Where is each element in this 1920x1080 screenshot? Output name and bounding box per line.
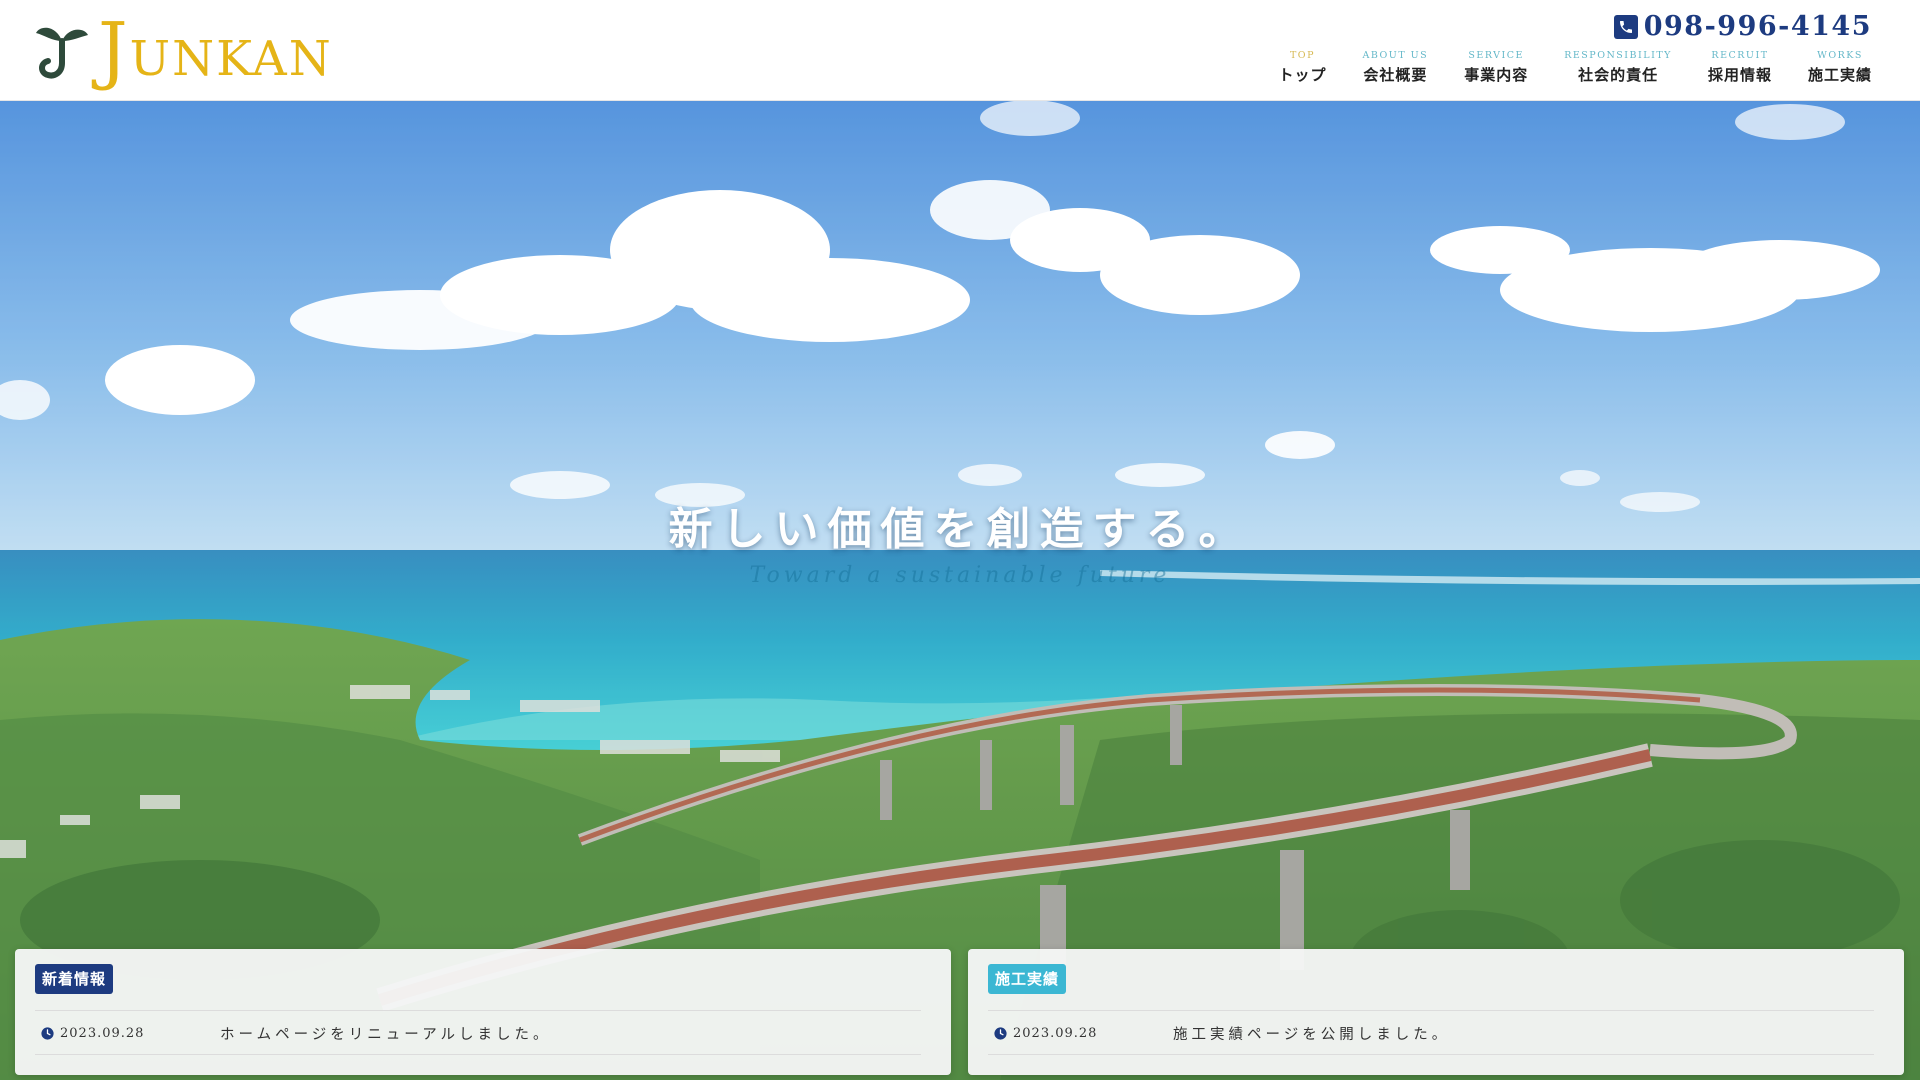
logo-rest: UNKAN <box>129 31 333 87</box>
news-badge: 新着情報 <box>35 964 114 994</box>
news-divider-top <box>35 1010 921 1011</box>
works-divider-top <box>988 1010 1874 1011</box>
nav-recruit-ja: 採用情報 <box>1707 66 1772 84</box>
works-card: 施工実績 2023.09.28 施工実績ページを公開しました。 <box>968 949 1904 1075</box>
works-item-text: 施工実績ページを公開しました。 <box>1173 1026 1451 1043</box>
hero-subtitle: Toward a sustainable future <box>749 563 1171 588</box>
nav-about[interactable]: ABOUT US 会社概要 <box>1363 50 1429 86</box>
works-divider-bottom <box>988 1054 1874 1055</box>
main-nav: TOP トップ ABOUT US 会社概要 SERVICE 事業内容 RESPO… <box>1242 50 1872 86</box>
news-item[interactable]: 2023.09.28 ホームページをリニューアルしました。 <box>35 1019 921 1047</box>
news-item-text: ホームページをリニューアルしました。 <box>220 1026 552 1043</box>
clock-icon <box>994 1026 1007 1040</box>
nav-service-en: SERVICE <box>1468 50 1524 61</box>
nav-about-ja: 会社概要 <box>1363 66 1428 84</box>
nav-responsibility-en: RESPONSIBILITY <box>1564 50 1672 61</box>
site-header: JUNKAN 098-996-4145 TOP トップ ABOUT US 会社概… <box>0 0 1920 101</box>
nav-service-ja: 事業内容 <box>1464 66 1529 84</box>
nav-responsibility[interactable]: RESPONSIBILITY 社会的責任 <box>1564 50 1672 86</box>
nav-top-ja: トップ <box>1278 66 1327 84</box>
news-divider-bottom <box>35 1054 921 1055</box>
nav-top-en: TOP <box>1289 50 1315 61</box>
sprout-icon <box>36 27 88 79</box>
nav-recruit-en: RECRUIT <box>1711 50 1769 61</box>
phone-number: 098-996-4145 <box>1643 11 1872 42</box>
nav-works[interactable]: WORKS 施工実績 <box>1808 50 1872 86</box>
nav-service[interactable]: SERVICE 事業内容 <box>1464 50 1528 86</box>
site-logo[interactable]: JUNKAN <box>34 13 333 87</box>
hero-background-image <box>0 100 1920 1080</box>
nav-responsibility-ja: 社会的責任 <box>1578 66 1659 84</box>
news-card: 新着情報 2023.09.28 ホームページをリニューアルしました。 <box>15 949 951 1075</box>
news-item-date: 2023.09.28 <box>60 1025 145 1041</box>
hero-title: 新しい価値を創造する。 <box>668 504 1252 555</box>
works-item-date: 2023.09.28 <box>1013 1025 1098 1041</box>
phone-icon <box>1613 15 1638 39</box>
clock-icon <box>41 1026 54 1040</box>
works-badge: 施工実績 <box>988 964 1067 994</box>
phone-link[interactable]: 098-996-4145 <box>1613 10 1872 44</box>
nav-works-en: WORKS <box>1817 50 1863 61</box>
works-item[interactable]: 2023.09.28 施工実績ページを公開しました。 <box>988 1019 1874 1047</box>
nav-recruit[interactable]: RECRUIT 採用情報 <box>1708 50 1772 86</box>
nav-works-ja: 施工実績 <box>1807 66 1872 84</box>
logo-wordmark: JUNKAN <box>98 13 333 87</box>
nav-about-en: ABOUT US <box>1362 50 1429 61</box>
nav-top[interactable]: TOP トップ <box>1278 50 1326 86</box>
hero-section: 新しい価値を創造する。 Toward a sustainable future <box>0 100 1920 1080</box>
logo-initial: J <box>98 7 130 93</box>
